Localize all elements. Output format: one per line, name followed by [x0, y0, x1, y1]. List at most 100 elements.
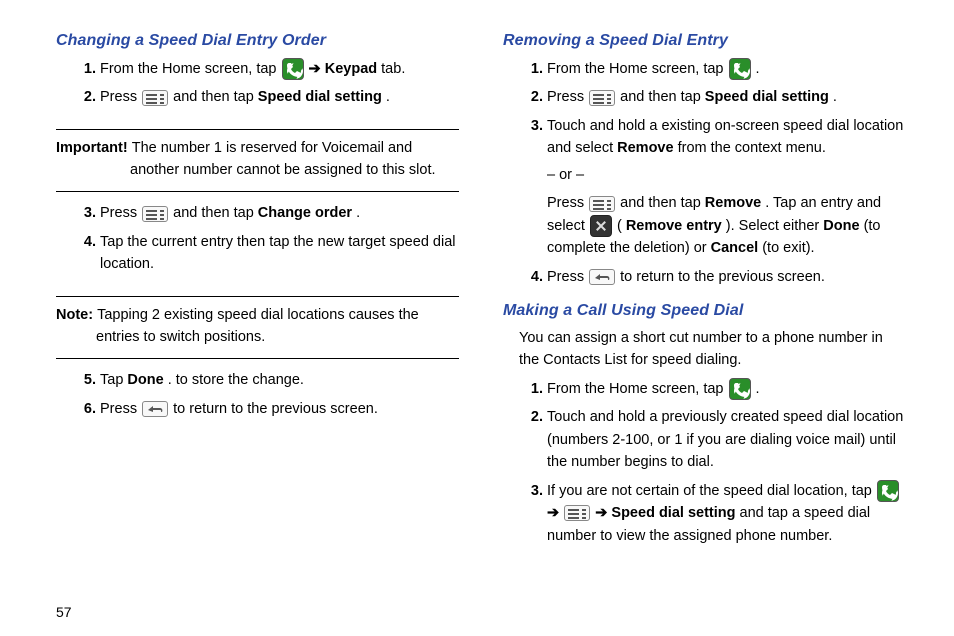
step-2: 2. Press and then tap Speed dial setting… [100, 86, 459, 108]
step-3: 3. Press and then tap Change order . [100, 202, 459, 224]
page-columns: Changing a Speed Dial Entry Order 1. Fro… [56, 32, 906, 592]
step-text: . to store the change. [168, 372, 304, 388]
step-text: tab. [381, 61, 405, 77]
steps-changing-1: 1. From the Home screen, tap ➔ Keypad ta… [56, 58, 459, 115]
note-label: Note: [56, 307, 97, 323]
step-text: Tap [100, 372, 127, 388]
step-number: 3. [515, 480, 543, 502]
phone-icon [729, 378, 751, 400]
remove-entry-label: Remove entry [626, 218, 722, 234]
step-3: 3. Touch and hold a existing on-screen s… [547, 115, 906, 260]
step-number: 2. [515, 406, 543, 428]
step-text: and then tap [173, 89, 258, 105]
step-number: 2. [515, 86, 543, 108]
step-text: . [833, 89, 837, 105]
step-text: Touch and hold a previously created spee… [547, 409, 903, 470]
remove-label: Remove [705, 195, 761, 211]
step-text: From the Home screen, tap [547, 381, 728, 397]
step-number: 1. [515, 58, 543, 80]
step-1: 1. From the Home screen, tap . [547, 378, 906, 400]
phone-icon [877, 480, 899, 502]
heading-changing-order: Changing a Speed Dial Entry Order [56, 32, 459, 50]
steps-removing: 1. From the Home screen, tap . 2. Press … [503, 58, 906, 294]
step-text: From the Home screen, tap [100, 61, 281, 77]
step-number: 2. [68, 86, 96, 108]
step-text: Press [547, 195, 588, 211]
done-label: Done [823, 218, 859, 234]
step-number: 1. [68, 58, 96, 80]
important-label: Important! [56, 140, 132, 156]
step-text: Press [100, 401, 141, 417]
arrow-icon: ➔ [309, 61, 325, 77]
step-text: and then tap [173, 205, 258, 221]
step-number: 1. [515, 378, 543, 400]
step-2: 2. Press and then tap Speed dial setting… [547, 86, 906, 108]
step-number: 5. [68, 369, 96, 391]
step-text: If you are not certain of the speed dial… [547, 483, 876, 499]
right-column: Removing a Speed Dial Entry 1. From the … [503, 32, 906, 592]
step-text: . [386, 89, 390, 105]
step-text: to return to the previous screen. [620, 269, 825, 285]
step-text: ). Select either [726, 218, 824, 234]
arrow-icon: ➔ [595, 505, 611, 521]
keypad-label: Keypad [325, 61, 377, 77]
step-text: From the Home screen, tap [547, 61, 728, 77]
left-column: Changing a Speed Dial Entry Order 1. Fro… [56, 32, 459, 592]
step-text: (to exit). [762, 240, 814, 256]
important-text: The number 1 is reserved for Voicemail a… [130, 140, 436, 178]
step-1: 1. From the Home screen, tap . [547, 58, 906, 80]
step-6: 6. Press to return to the previous scree… [100, 398, 459, 420]
step-text: Tap the current entry then tap the new t… [100, 234, 455, 272]
step-text: Press [100, 89, 141, 105]
phone-icon [282, 58, 304, 80]
steps-changing-3: 5. Tap Done . to store the change. 6. Pr… [56, 369, 459, 426]
step-text: to return to the previous screen. [173, 401, 378, 417]
intro-text: You can assign a short cut number to a p… [503, 328, 906, 372]
step-3: 3. If you are not certain of the speed d… [547, 480, 906, 547]
remove-label: Remove [617, 140, 673, 156]
change-order-label: Change order [258, 205, 352, 221]
step-text: Press [547, 269, 588, 285]
speed-dial-setting-label: Speed dial setting [611, 505, 735, 521]
step-number: 4. [515, 266, 543, 288]
step-4: 4. Tap the current entry then tap the ne… [100, 231, 459, 276]
page-number: 57 [56, 604, 72, 620]
menu-icon [142, 206, 168, 222]
step-number: 4. [68, 231, 96, 253]
step-number: 3. [515, 115, 543, 137]
done-label: Done [127, 372, 163, 388]
step-text: . [756, 381, 760, 397]
speed-dial-setting-label: Speed dial setting [705, 89, 829, 105]
step-text: and then tap [620, 195, 705, 211]
menu-icon [589, 196, 615, 212]
step-text: Press [100, 205, 141, 221]
menu-icon [142, 90, 168, 106]
back-icon [142, 401, 168, 417]
speed-dial-setting-label: Speed dial setting [258, 89, 382, 105]
note-callout: Note: Tapping 2 existing speed dial loca… [56, 296, 459, 360]
note-text: Tapping 2 existing speed dial locations … [96, 307, 419, 345]
step-5: 5. Tap Done . to store the change. [100, 369, 459, 391]
step-number: 3. [68, 202, 96, 224]
step-text: and then tap [620, 89, 705, 105]
step-text: from the context menu. [678, 140, 826, 156]
phone-icon [729, 58, 751, 80]
step-text: Press [547, 89, 588, 105]
step-text: . [756, 61, 760, 77]
steps-changing-2: 3. Press and then tap Change order . 4. … [56, 202, 459, 281]
back-icon [589, 269, 615, 285]
step-4: 4. Press to return to the previous scree… [547, 266, 906, 288]
cancel-label: Cancel [711, 240, 759, 256]
step-1: 1. From the Home screen, tap ➔ Keypad ta… [100, 58, 459, 80]
steps-making-call: 1. From the Home screen, tap . 2. Touch … [503, 378, 906, 553]
important-callout: Important! The number 1 is reserved for … [56, 129, 459, 193]
step-text: ( [617, 218, 622, 234]
heading-making-call: Making a Call Using Speed Dial [503, 302, 906, 320]
menu-icon [589, 90, 615, 106]
arrow-icon: ➔ [547, 505, 563, 521]
step-2: 2. Touch and hold a previously created s… [547, 406, 906, 473]
menu-icon [564, 505, 590, 521]
step-text: . [356, 205, 360, 221]
step-number: 6. [68, 398, 96, 420]
heading-removing: Removing a Speed Dial Entry [503, 32, 906, 50]
